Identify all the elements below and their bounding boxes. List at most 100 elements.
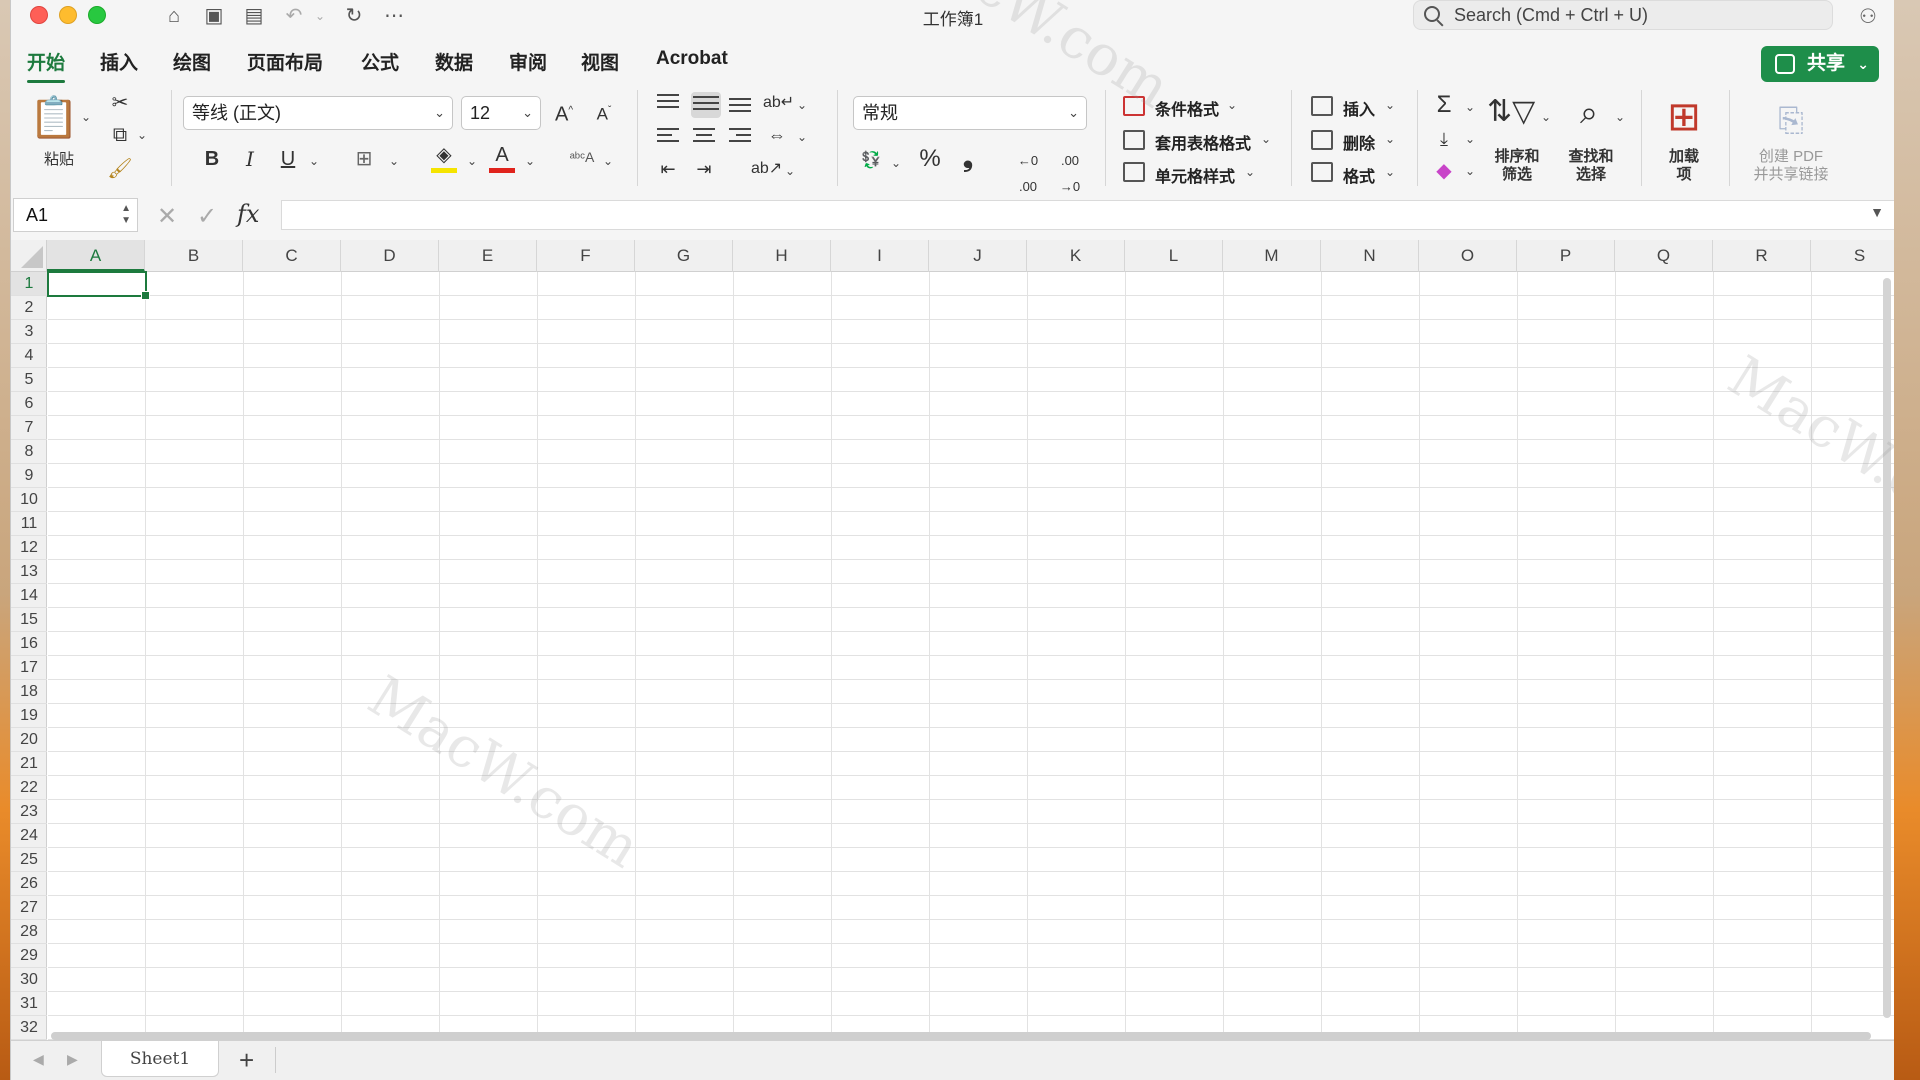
- column-header-o[interactable]: O: [1419, 240, 1517, 272]
- create-pdf-icon[interactable]: ⎘: [1771, 98, 1811, 142]
- column-header-s[interactable]: S: [1811, 240, 1894, 272]
- row-header-23[interactable]: 23: [11, 800, 47, 824]
- row-header-3[interactable]: 3: [11, 320, 47, 344]
- row-header-25[interactable]: 25: [11, 848, 47, 872]
- row-header-18[interactable]: 18: [11, 680, 47, 704]
- row-header-28[interactable]: 28: [11, 920, 47, 944]
- row-header-9[interactable]: 9: [11, 464, 47, 488]
- number-format-select[interactable]: 常规 ⌄: [853, 96, 1087, 130]
- orientation-dropdown-icon[interactable]: ⌄: [797, 98, 807, 112]
- add-sheet-icon[interactable]: +: [239, 1045, 254, 1076]
- sort-filter-icon[interactable]: ⇅▽: [1487, 92, 1535, 132]
- phonetic-dropdown-icon[interactable]: ⌄: [603, 154, 613, 168]
- fill-color-icon[interactable]: ◈: [431, 142, 457, 173]
- tab-data[interactable]: 数据: [435, 48, 473, 75]
- chevron-down-icon[interactable]: ⌄: [1245, 165, 1255, 179]
- autosum-dropdown-icon[interactable]: ⌄: [1465, 100, 1475, 114]
- row-header-27[interactable]: 27: [11, 896, 47, 920]
- chevron-down-icon[interactable]: ⌄: [1261, 132, 1271, 146]
- sort-filter-dropdown-icon[interactable]: ⌄: [1541, 110, 1551, 124]
- row-header-21[interactable]: 21: [11, 752, 47, 776]
- bold-button[interactable]: B: [199, 146, 225, 172]
- row-header-4[interactable]: 4: [11, 344, 47, 368]
- text-orientation-icon[interactable]: ab↗: [751, 156, 782, 182]
- column-header-m[interactable]: M: [1223, 240, 1321, 272]
- column-header-d[interactable]: D: [341, 240, 439, 272]
- comma-style-button[interactable]: ❟: [955, 144, 981, 170]
- create-pdf-label[interactable]: 创建 PDF 并共享链接: [1741, 148, 1841, 184]
- cell-style-button[interactable]: 单元格样式: [1155, 163, 1235, 187]
- table-format-button[interactable]: 套用表格格式: [1155, 130, 1251, 154]
- search-input[interactable]: Search (Cmd + Ctrl + U): [1413, 0, 1833, 30]
- column-header-p[interactable]: P: [1517, 240, 1615, 272]
- autosum-icon[interactable]: Σ: [1431, 92, 1457, 118]
- column-header-q[interactable]: Q: [1615, 240, 1713, 272]
- column-header-l[interactable]: L: [1125, 240, 1223, 272]
- percent-style-button[interactable]: %: [917, 146, 943, 172]
- row-header-15[interactable]: 15: [11, 608, 47, 632]
- row-header-19[interactable]: 19: [11, 704, 47, 728]
- align-right-icon[interactable]: [729, 128, 751, 146]
- name-box[interactable]: A1 ▲ ▼: [13, 198, 138, 232]
- find-select-icon[interactable]: ⌕: [1567, 90, 1611, 134]
- column-header-e[interactable]: E: [439, 240, 537, 272]
- chevron-down-icon[interactable]: ⌄: [1385, 165, 1395, 179]
- row-header-31[interactable]: 31: [11, 992, 47, 1016]
- next-sheet-icon[interactable]: ▶: [67, 1051, 78, 1068]
- select-all-button[interactable]: [11, 240, 47, 272]
- phonetic-icon[interactable]: ᵃᵇᶜA: [567, 144, 597, 170]
- row-header-22[interactable]: 22: [11, 776, 47, 800]
- paste-icon[interactable]: 📋: [29, 94, 79, 142]
- row-header-32[interactable]: 32: [11, 1016, 47, 1040]
- account-icon[interactable]: ⚇: [1859, 4, 1883, 28]
- conditional-format-button[interactable]: 条件格式: [1155, 96, 1219, 120]
- horizontal-scrollbar[interactable]: [51, 1032, 1871, 1040]
- font-color-dropdown-icon[interactable]: ⌄: [525, 154, 535, 168]
- formula-input[interactable]: ▼: [281, 200, 1894, 230]
- column-header-g[interactable]: G: [635, 240, 733, 272]
- font-name-select[interactable]: 等线 (正文) ⌄: [183, 96, 453, 130]
- underline-button[interactable]: U: [275, 146, 301, 172]
- clear-dropdown-icon[interactable]: ⌄: [1465, 164, 1475, 178]
- align-bottom-icon[interactable]: [729, 98, 751, 116]
- cell-grid[interactable]: [48, 272, 1894, 1040]
- align-middle-icon[interactable]: [691, 92, 721, 118]
- enter-icon[interactable]: ✓: [197, 202, 217, 231]
- accounting-format-icon[interactable]: 💱: [857, 148, 885, 174]
- row-header-6[interactable]: 6: [11, 392, 47, 416]
- format-painter-icon[interactable]: 🖌: [107, 156, 133, 182]
- tab-draw[interactable]: 绘图: [173, 48, 211, 75]
- copy-icon[interactable]: ⧉: [107, 122, 133, 148]
- prev-sheet-icon[interactable]: ◀: [33, 1051, 44, 1068]
- addins-icon[interactable]: ⊞: [1661, 94, 1707, 140]
- row-header-14[interactable]: 14: [11, 584, 47, 608]
- copy-dropdown-icon[interactable]: ⌄: [137, 128, 147, 142]
- align-top-icon[interactable]: [657, 94, 679, 112]
- merge-dropdown-icon[interactable]: ⌄: [797, 130, 807, 144]
- fill-dropdown-icon[interactable]: ⌄: [1465, 132, 1475, 146]
- row-header-12[interactable]: 12: [11, 536, 47, 560]
- row-header-1[interactable]: 1: [11, 272, 47, 296]
- find-select-label[interactable]: 查找和 选择: [1561, 148, 1621, 184]
- accounting-dropdown-icon[interactable]: ⌄: [891, 156, 901, 170]
- sort-filter-label[interactable]: 排序和 筛选: [1487, 148, 1547, 184]
- tab-insert[interactable]: 插入: [100, 48, 138, 75]
- delete-cells-button[interactable]: 删除: [1343, 130, 1375, 154]
- italic-button[interactable]: I: [237, 146, 263, 172]
- format-cells-button[interactable]: 格式: [1343, 163, 1375, 187]
- column-header-k[interactable]: K: [1027, 240, 1125, 272]
- row-header-30[interactable]: 30: [11, 968, 47, 992]
- row-header-17[interactable]: 17: [11, 656, 47, 680]
- tab-view[interactable]: 视图: [581, 48, 619, 75]
- column-header-r[interactable]: R: [1713, 240, 1811, 272]
- fill-icon[interactable]: ⤓: [1431, 126, 1457, 152]
- row-header-11[interactable]: 11: [11, 512, 47, 536]
- row-header-2[interactable]: 2: [11, 296, 47, 320]
- chevron-down-icon[interactable]: ⌄: [1385, 98, 1395, 112]
- row-header-29[interactable]: 29: [11, 944, 47, 968]
- cancel-icon[interactable]: ✕: [157, 202, 177, 231]
- increase-font-icon[interactable]: A^: [551, 98, 577, 128]
- row-header-20[interactable]: 20: [11, 728, 47, 752]
- row-header-16[interactable]: 16: [11, 632, 47, 656]
- text-orientation-dropdown-icon[interactable]: ⌄: [785, 164, 795, 178]
